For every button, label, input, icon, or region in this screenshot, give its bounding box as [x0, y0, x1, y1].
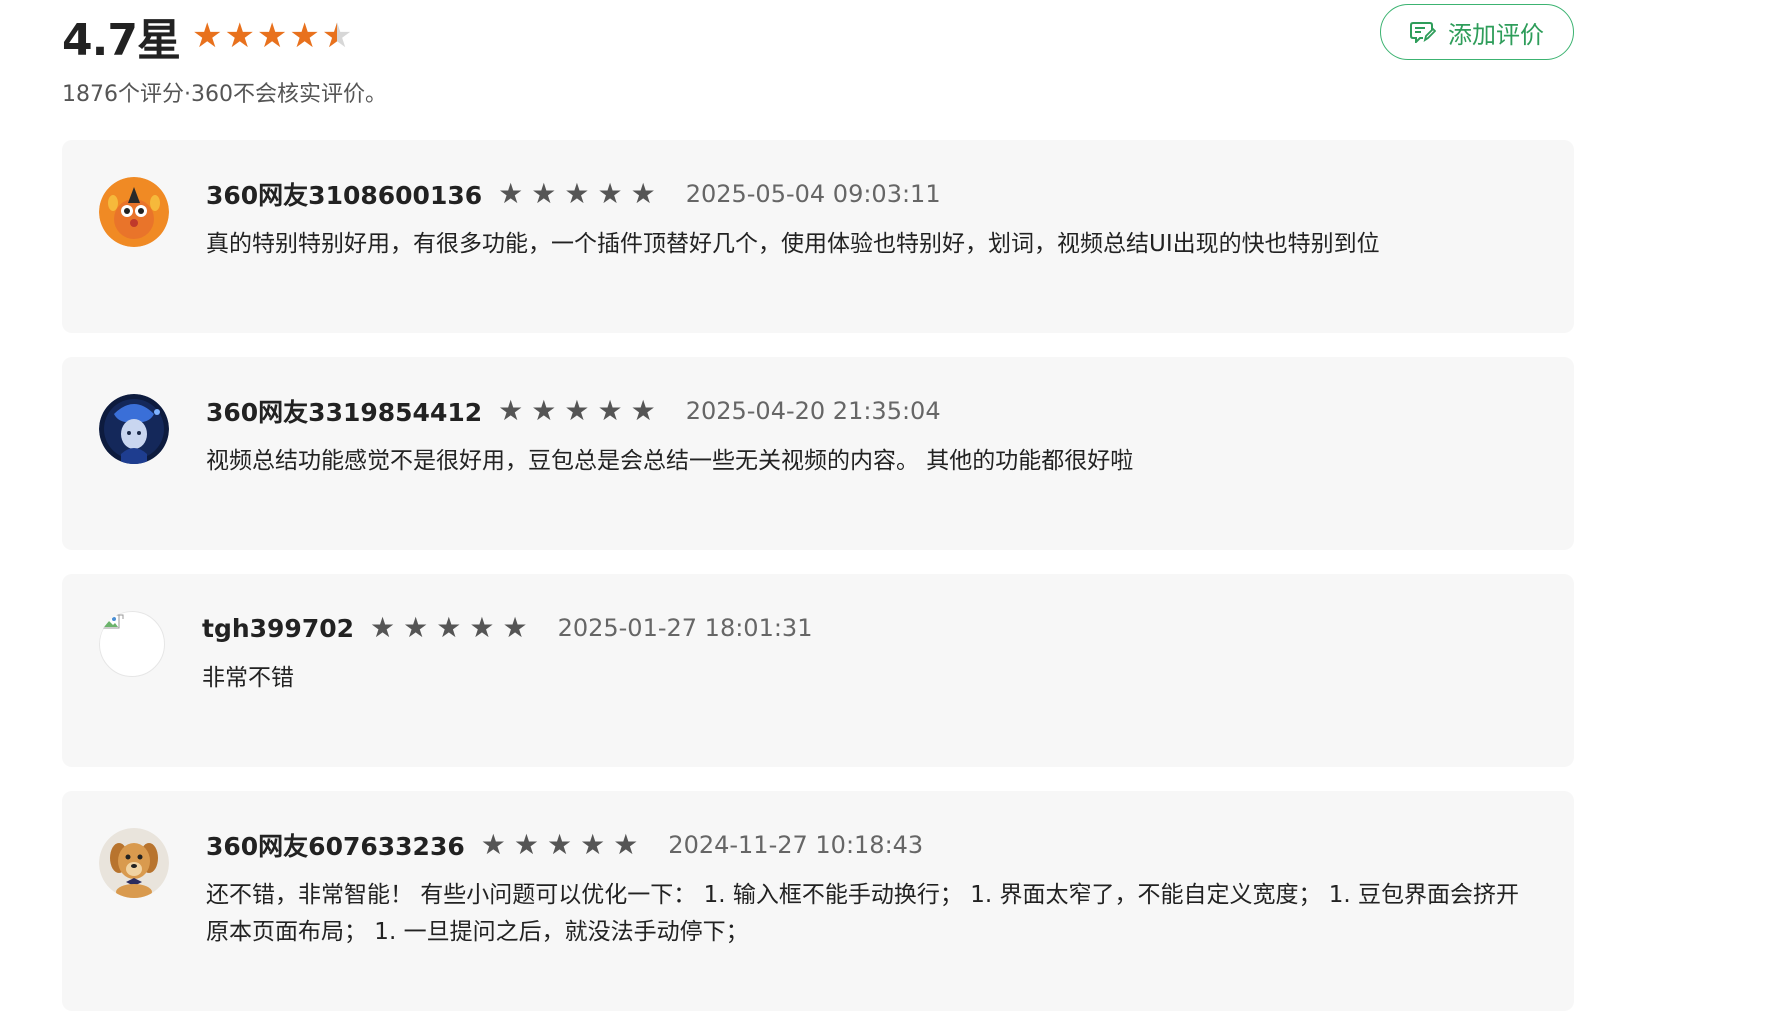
- review-text: 真的特别特别好用，有很多功能，一个插件顶替好几个，使用体验也特别好，划词，视频总…: [206, 231, 1380, 257]
- review-date: 2024-11-27 10:18:43: [668, 831, 924, 859]
- reviewer-name[interactable]: 360网友607633236: [206, 827, 465, 863]
- star-icon: ★: [613, 828, 639, 861]
- avatar[interactable]: [99, 611, 167, 679]
- review-card: 360网友607633236 ★ ★ ★ ★ ★ 2024-11-27 10:1…: [62, 791, 1574, 1011]
- star-icon: ★: [546, 828, 573, 861]
- avatar[interactable]: [99, 177, 169, 247]
- star-icon: ★: [370, 611, 396, 644]
- star-icon: ★: [480, 828, 506, 861]
- star-icon: ★: [531, 394, 557, 427]
- star-icon: ★: [498, 177, 524, 210]
- star-icon: ★: [597, 394, 623, 427]
- star-icon: ★: [564, 177, 590, 210]
- comment-edit-icon: [1410, 21, 1437, 45]
- reviews-section: 4.7星 ★ ★ ★ ★ ★ 1876个评分·360不会核实评价。: [62, 0, 1574, 1035]
- star-icon: ★: [256, 16, 288, 56]
- review-date: 2025-05-04 09:03:11: [685, 180, 941, 208]
- review-card: 360网友3319854412 ★ ★ ★ ★ ★ 2025-04-20 21:…: [62, 357, 1574, 550]
- star-icon: ★: [498, 394, 524, 427]
- review-stars: ★ ★ ★ ★ ★: [498, 397, 664, 425]
- review-header: 360网友3108600136 ★ ★ ★ ★ ★ 2025-05-04 09:…: [206, 176, 941, 212]
- rating-line: 4.7星 ★ ★ ★ ★ ★: [62, 4, 354, 68]
- orange-monster-avatar-icon: [99, 177, 169, 247]
- star-icon: ★: [513, 828, 539, 861]
- avatar[interactable]: [99, 394, 169, 464]
- star-icon: ★: [531, 177, 557, 210]
- review-date: 2025-04-20 21:35:04: [685, 397, 941, 425]
- review-stars: ★ ★ ★ ★ ★: [481, 831, 647, 859]
- broken-image-icon: [99, 611, 165, 677]
- puppy-avatar-icon: [99, 828, 169, 898]
- star-icon: ★: [580, 828, 606, 861]
- review-stars: ★ ★ ★ ★ ★: [498, 180, 664, 208]
- dark-character-avatar-icon: [99, 394, 169, 464]
- rating-summary: 4.7星 ★ ★ ★ ★ ★ 1876个评分·360不会核实评价。: [62, 0, 1574, 140]
- star-icon: ★: [502, 611, 528, 644]
- half-star-icon: ★: [322, 19, 352, 53]
- star-icon: ★: [630, 177, 656, 210]
- rating-value: 4.7星: [62, 15, 181, 66]
- star-icon: ★: [469, 611, 495, 644]
- star-icon: ★: [564, 394, 590, 427]
- rating-count-text: 1876个评分·360不会核实评价。: [62, 82, 387, 107]
- review-card: 360网友3108600136 ★ ★ ★ ★ ★ 2025-05-04 09:…: [62, 140, 1574, 333]
- review-header: 360网友3319854412 ★ ★ ★ ★ ★ 2025-04-20 21:…: [206, 393, 941, 429]
- reviewer-name[interactable]: 360网友3319854412: [206, 393, 482, 429]
- overall-rating-stars: ★ ★ ★ ★ ★: [192, 19, 354, 53]
- star-icon: ★: [436, 611, 462, 644]
- star-icon: ★: [403, 611, 429, 644]
- review-header: 360网友607633236 ★ ★ ★ ★ ★ 2024-11-27 10:1…: [206, 827, 923, 863]
- review-card: tgh399702 ★ ★ ★ ★ ★ 2025-01-27 18:01:31 …: [62, 574, 1574, 767]
- avatar[interactable]: [99, 828, 169, 898]
- star-icon: ★: [191, 16, 223, 56]
- star-icon: ★: [289, 16, 320, 56]
- star-icon: ★: [224, 16, 255, 56]
- star-icon: ★: [630, 394, 656, 427]
- add-review-button[interactable]: 添加评价: [1380, 4, 1574, 60]
- add-review-label: 添加评价: [1448, 21, 1544, 49]
- star-icon: ★: [597, 177, 623, 210]
- review-text: 非常不错: [202, 665, 294, 691]
- review-text: 还不错，非常智能！ 有些小问题可以优化一下： 1. 输入框不能手动换行； 1. …: [206, 882, 1520, 945]
- review-stars: ★ ★ ★ ★ ★: [370, 614, 536, 642]
- reviewer-name[interactable]: tgh399702: [202, 614, 354, 643]
- review-date: 2025-01-27 18:01:31: [557, 614, 813, 642]
- review-text: 视频总结功能感觉不是很好用，豆包总是会总结一些无关视频的内容。 其他的功能都很好…: [206, 448, 1134, 474]
- review-header: tgh399702 ★ ★ ★ ★ ★ 2025-01-27 18:01:31: [202, 610, 812, 646]
- reviewer-name[interactable]: 360网友3108600136: [206, 176, 482, 212]
